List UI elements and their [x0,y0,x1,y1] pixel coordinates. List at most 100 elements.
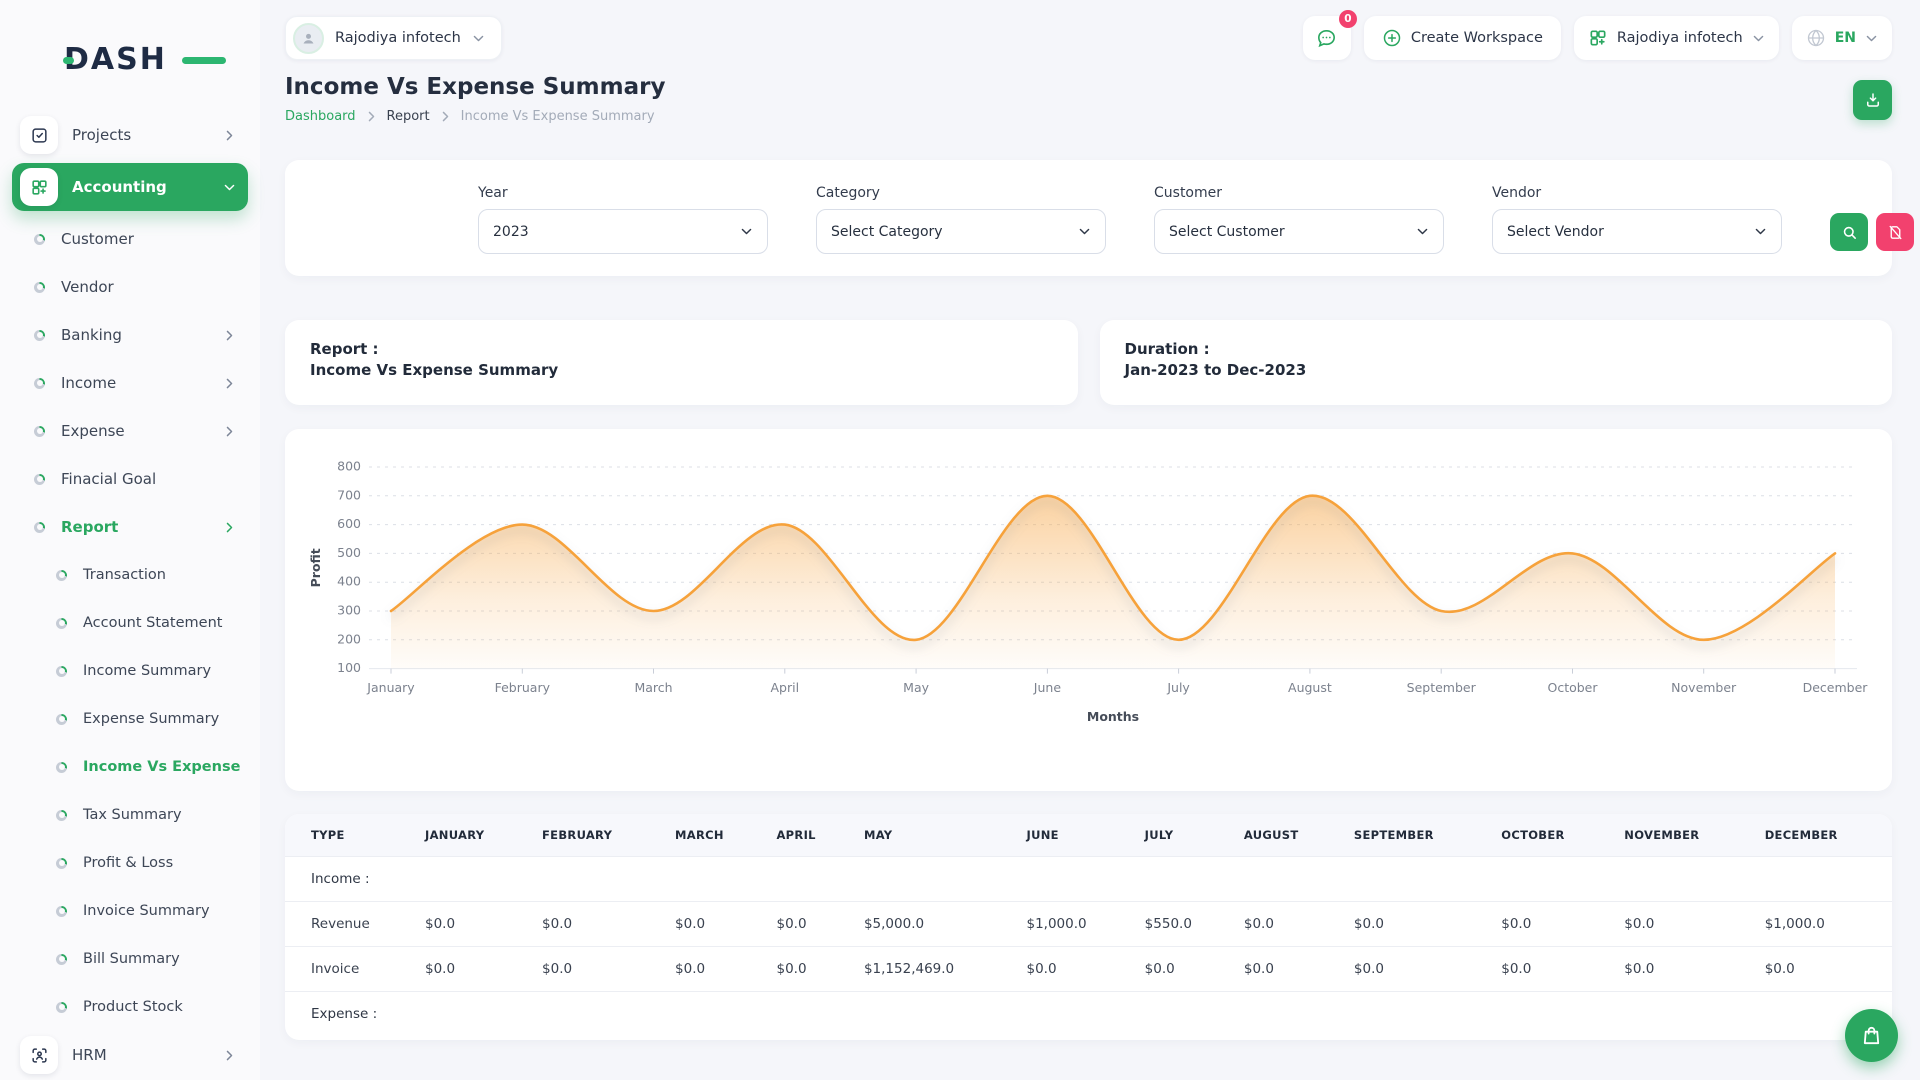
svg-text:December: December [1803,680,1869,695]
sidebar-item-projects[interactable]: Projects [12,115,248,155]
reset-button[interactable] [1876,213,1914,251]
sidebar-item-label: Tax Summary [83,807,182,823]
donut-icon [34,426,45,437]
language-code: EN [1835,30,1856,46]
sidebar-item-bill-summary[interactable]: Bill Summary [12,939,248,979]
sidebar-item-accounting[interactable]: Accounting [12,163,248,211]
vendor-select[interactable]: Select Vendor [1492,209,1782,254]
donut-icon [34,330,45,341]
chevron-right-icon [223,1049,236,1062]
category-select[interactable]: Select Category [816,209,1106,254]
sidebar-item-label: Bill Summary [83,951,180,967]
sidebar-item-expense-summary[interactable]: Expense Summary [12,699,248,739]
sidebar-item-transaction[interactable]: Transaction [12,555,248,595]
column-header-july: JULY [1135,814,1234,857]
sidebar-item-label: Income Vs Expense [83,759,240,775]
breadcrumb-dashboard[interactable]: Dashboard [285,109,356,124]
donut-icon [34,474,45,485]
search-button[interactable] [1830,213,1868,251]
workspace-name: Rajodiya infotech [335,30,461,46]
chevron-right-icon [223,377,236,390]
organization-name: Rajodiya infotech [1617,30,1743,46]
chevron-down-icon [1078,225,1091,238]
column-header-february: FEBRUARY [532,814,665,857]
chat-bubble-icon [1315,27,1338,50]
sidebar-item-account-statement[interactable]: Account Statement [12,603,248,643]
sidebar-item-customer[interactable]: Customer [12,219,248,259]
column-header-august: AUGUST [1234,814,1344,857]
svg-text:Months: Months [1087,709,1139,724]
logo-accent-dot [63,57,74,64]
shopping-bag-icon [1860,1024,1883,1047]
report-table-card: TYPEJANUARYFEBRUARYMARCHAPRILMAYJUNEJULY… [285,814,1892,1040]
filter-field-category: Category Select Category [816,185,1106,254]
filter-field-vendor: Vendor Select Vendor [1492,185,1782,254]
sidebar-item-report[interactable]: Report [12,507,248,547]
column-header-may: MAY [854,814,1017,857]
workspace-selector[interactable]: Rajodiya infotech [285,16,502,60]
sidebar-item-label: Report [61,518,118,536]
language-selector[interactable]: EN [1792,16,1892,60]
table-cell: $0.0 [1344,902,1491,947]
chevron-right-icon [439,110,452,123]
organization-selector[interactable]: Rajodiya infotech [1574,16,1779,60]
sidebar-item-income-vs-expense[interactable]: Income Vs Expense [12,747,248,787]
donut-icon [34,522,45,533]
sidebar-item-profit-loss[interactable]: Profit & Loss [12,843,248,883]
download-button[interactable] [1853,80,1892,120]
chevron-down-icon [223,181,236,194]
sidebar-item-banking[interactable]: Banking [12,315,248,355]
create-workspace-button[interactable]: Create Workspace [1364,16,1561,60]
income-expense-chart: 100200300400500600700800JanuaryFebruaryM… [305,447,1872,781]
sidebar-item-label: Profit & Loss [83,855,173,871]
search-icon [1841,224,1858,241]
table-cell: $0.0 [415,947,532,992]
sidebar-item-income-summary[interactable]: Income Summary [12,651,248,691]
sidebar-item-invoice-summary[interactable]: Invoice Summary [12,891,248,931]
table-cell: $550.0 [1135,902,1234,947]
svg-text:April: April [771,680,800,695]
table-cell: $0.0 [532,902,665,947]
donut-icon [56,570,67,581]
svg-text:Profit: Profit [308,548,323,587]
field-label: Year [478,185,768,201]
sidebar-item-tax-summary[interactable]: Tax Summary [12,795,248,835]
row-label: Revenue [285,902,415,947]
user-scan-icon [20,1036,58,1074]
messages-button[interactable]: 0 [1303,16,1351,60]
sidebar-item-finacial-goal[interactable]: Finacial Goal [12,459,248,499]
row-label: Invoice [285,947,415,992]
sidebar-item-hrm[interactable]: HRM [12,1035,248,1075]
grid-plus-icon [1588,28,1608,48]
table-header-row: TYPEJANUARYFEBRUARYMARCHAPRILMAYJUNEJULY… [285,814,1892,857]
cart-fab-button[interactable] [1845,1009,1898,1062]
table-cell: $0.0 [1016,947,1134,992]
donut-icon [56,954,67,965]
sidebar-item-income[interactable]: Income [12,363,248,403]
sidebar-item-label: Vendor [61,278,114,296]
table-cell: $0.0 [766,902,853,947]
breadcrumb-report[interactable]: Report [387,109,430,124]
sidebar-item-vendor[interactable]: Vendor [12,267,248,307]
app-logo[interactable]: DASH [64,42,214,77]
year-select[interactable]: 2023 [478,209,768,254]
globe-icon [1806,28,1826,48]
svg-text:August: August [1288,680,1332,695]
sidebar-item-product-stock[interactable]: Product Stock [12,987,248,1027]
table-cell: $0.0 [1234,902,1344,947]
report-table: TYPEJANUARYFEBRUARYMARCHAPRILMAYJUNEJULY… [285,814,1892,1036]
chevron-down-icon [740,225,753,238]
column-header-november: NOVEMBER [1614,814,1754,857]
section-label: Expense : [285,992,1892,1037]
table-cell: $5,000.0 [854,902,1017,947]
section-row: Expense : [285,992,1892,1037]
donut-icon [56,666,67,677]
section-label: Income : [285,857,1892,902]
column-header-january: JANUARY [415,814,532,857]
sidebar-item-label: Account Statement [83,615,222,631]
donut-icon [56,810,67,821]
sidebar-item-expense[interactable]: Expense [12,411,248,451]
column-header-april: APRIL [766,814,853,857]
breadcrumb-current: Income Vs Expense Summary [461,109,655,124]
customer-select[interactable]: Select Customer [1154,209,1444,254]
